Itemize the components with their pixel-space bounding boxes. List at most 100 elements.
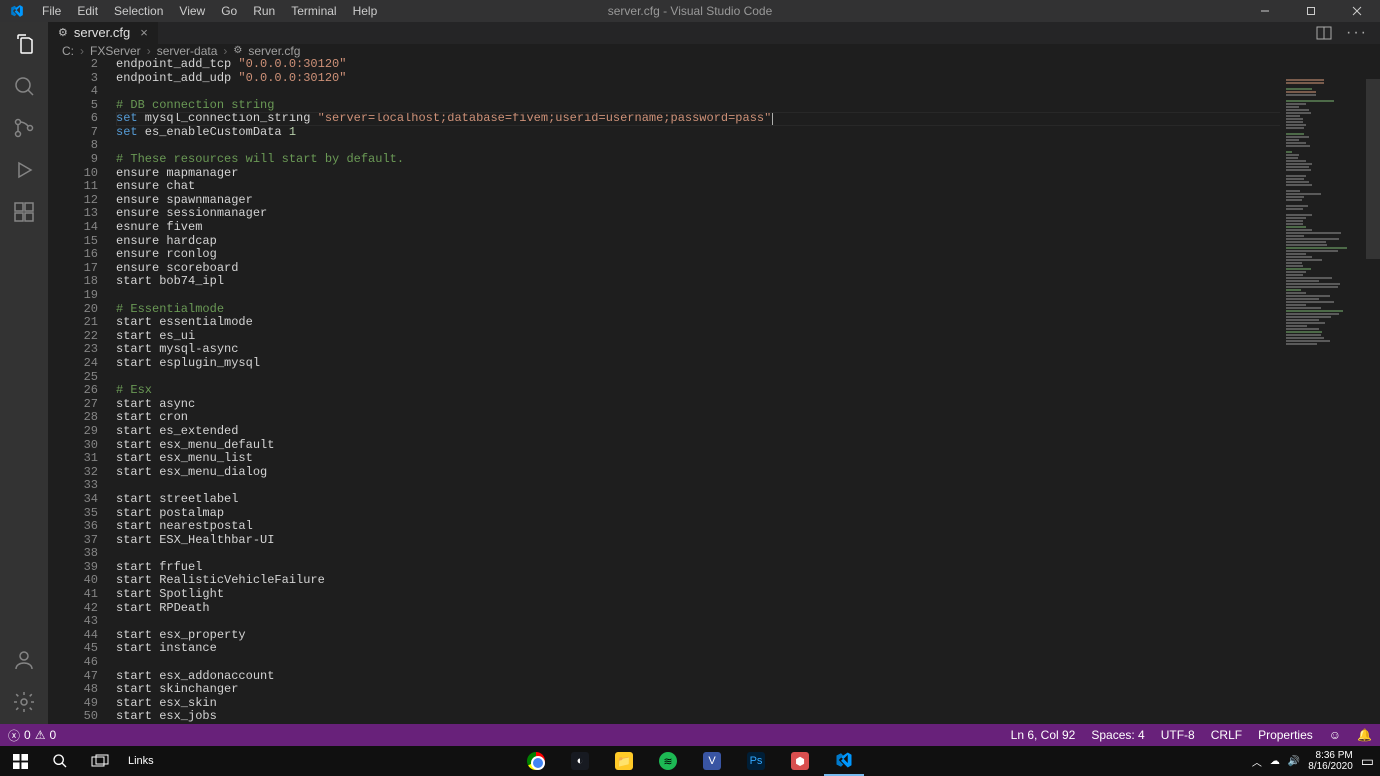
status-lncol[interactable]: Ln 6, Col 92	[1003, 728, 1084, 742]
code-line[interactable]: start frfuel	[116, 561, 1380, 575]
breadcrumb-segment[interactable]: C:	[62, 44, 74, 58]
tab-close-icon[interactable]: ×	[140, 25, 148, 40]
close-button[interactable]	[1334, 0, 1380, 22]
taskbar-links[interactable]: Links	[120, 755, 162, 767]
taskbar-search-icon[interactable]	[40, 746, 80, 776]
code-line[interactable]	[116, 139, 1380, 153]
code-line[interactable]: # Essentialmode	[116, 303, 1380, 317]
code-line[interactable]	[116, 479, 1380, 493]
maximize-button[interactable]	[1288, 0, 1334, 22]
code-line[interactable]: ensure rconlog	[116, 248, 1380, 262]
search-icon[interactable]	[12, 74, 36, 98]
more-actions-icon[interactable]: ···	[1346, 24, 1368, 42]
split-editor-icon[interactable]	[1316, 25, 1332, 41]
code-line[interactable]: # These resources will start by default.	[116, 153, 1380, 167]
code-editor[interactable]: 2345678910111213141516171819202122232425…	[48, 58, 1380, 724]
code-line[interactable]: start bob74_ipl	[116, 275, 1380, 289]
menu-terminal[interactable]: Terminal	[283, 4, 344, 18]
code-line[interactable]: start RealisticVehicleFailure	[116, 574, 1380, 588]
code-line[interactable]: set es_enableCustomData 1	[116, 126, 1380, 140]
taskbar-visio-icon[interactable]: V	[692, 746, 732, 776]
code-line[interactable]: ensure spawnmanager	[116, 194, 1380, 208]
code-line[interactable]: ensure sessionmanager	[116, 207, 1380, 221]
code-line[interactable]: # DB connection string	[116, 99, 1380, 113]
code-line[interactable]: endpoint_add_udp "0.0.0.0:30120"	[116, 72, 1380, 86]
code-line[interactable]: start esx_menu_default	[116, 439, 1380, 453]
explorer-icon[interactable]	[12, 32, 36, 56]
tray-chevron-up-icon[interactable]: ︿	[1252, 754, 1262, 769]
menu-help[interactable]: Help	[345, 4, 386, 18]
breadcrumb-segment[interactable]: FXServer	[90, 44, 141, 58]
tray-notifications-icon[interactable]: ▭	[1361, 753, 1374, 770]
menu-run[interactable]: Run	[245, 4, 283, 18]
tray-onedrive-icon[interactable]: ☁	[1270, 756, 1280, 767]
scroll-thumb[interactable]	[1366, 79, 1380, 259]
taskbar-explorer-icon[interactable]: 📁	[604, 746, 644, 776]
code-line[interactable]: start es_ui	[116, 330, 1380, 344]
code-line[interactable]: esnure fivem	[116, 221, 1380, 235]
code-line[interactable]	[116, 615, 1380, 629]
status-bell-icon[interactable]: 🔔	[1349, 728, 1380, 742]
code-line[interactable]: ensure chat	[116, 180, 1380, 194]
tray-volume-icon[interactable]: 🔊	[1288, 756, 1300, 767]
code-line[interactable]: start instance	[116, 642, 1380, 656]
code-line[interactable]	[116, 656, 1380, 670]
code-line[interactable]: start esx_menu_dialog	[116, 466, 1380, 480]
code-line[interactable]: start esplugin_mysql	[116, 357, 1380, 371]
code-line[interactable]: start postalmap	[116, 507, 1380, 521]
code-line[interactable]: start esx_menu_list	[116, 452, 1380, 466]
code-line[interactable]: start RPDeath	[116, 602, 1380, 616]
code-line[interactable]: start esx_jobs	[116, 710, 1380, 724]
taskbar-app-icon[interactable]: ⬢	[780, 746, 820, 776]
status-encoding[interactable]: UTF-8	[1153, 728, 1203, 742]
extensions-icon[interactable]	[12, 200, 36, 224]
code-line[interactable]: start nearestpostal	[116, 520, 1380, 534]
code-line[interactable]: start es_extended	[116, 425, 1380, 439]
code-line[interactable]: endpoint_add_tcp "0.0.0.0:30120"	[116, 58, 1380, 72]
code-line[interactable]: ensure hardcap	[116, 235, 1380, 249]
taskbar-spotify-icon[interactable]: ≋	[648, 746, 688, 776]
code-line[interactable]: start esx_property	[116, 629, 1380, 643]
code-line[interactable]: start streetlabel	[116, 493, 1380, 507]
taskbar-chrome-icon[interactable]	[516, 746, 556, 776]
status-feedback-icon[interactable]: ☺	[1321, 728, 1349, 742]
code-line[interactable]: start esx_addonaccount	[116, 670, 1380, 684]
code-line[interactable]: start cron	[116, 411, 1380, 425]
status-spaces[interactable]: Spaces: 4	[1083, 728, 1152, 742]
code-line[interactable]: start skinchanger	[116, 683, 1380, 697]
code-line[interactable]	[116, 371, 1380, 385]
code-line[interactable]: start mysql-async	[116, 343, 1380, 357]
vertical-scrollbar[interactable]	[1366, 79, 1380, 724]
menu-view[interactable]: View	[171, 4, 213, 18]
tab-servercfg[interactable]: ⚙ server.cfg ×	[48, 22, 159, 44]
code-line[interactable]	[116, 85, 1380, 99]
task-view-icon[interactable]	[80, 746, 120, 776]
accounts-icon[interactable]	[12, 648, 36, 672]
taskbar-vscode-icon[interactable]	[824, 746, 864, 776]
taskbar-photoshop-icon[interactable]: Ps	[736, 746, 776, 776]
breadcrumbs[interactable]: C:›FXServer›server-data›⚙server.cfg	[48, 44, 1380, 58]
menu-edit[interactable]: Edit	[69, 4, 106, 18]
code-line[interactable]: ensure mapmanager	[116, 167, 1380, 181]
taskbar-steam-icon[interactable]: ◐	[560, 746, 600, 776]
settings-gear-icon[interactable]	[12, 690, 36, 714]
code-line[interactable]: start ESX_Healthbar-UI	[116, 534, 1380, 548]
code-line[interactable]: start essentialmode	[116, 316, 1380, 330]
status-eol[interactable]: CRLF	[1203, 728, 1250, 742]
status-problems[interactable]: ⓧ0 ⚠0	[0, 727, 64, 744]
code-lines[interactable]: endpoint_add_tcp "0.0.0.0:30120"endpoint…	[116, 58, 1380, 724]
breadcrumb-segment[interactable]: server.cfg	[248, 44, 300, 58]
code-line[interactable]: ensure scoreboard	[116, 262, 1380, 276]
menu-file[interactable]: File	[34, 4, 69, 18]
code-line[interactable]: # Esx	[116, 384, 1380, 398]
breadcrumb-segment[interactable]: server-data	[157, 44, 218, 58]
status-language[interactable]: Properties	[1250, 728, 1321, 742]
source-control-icon[interactable]	[12, 116, 36, 140]
code-line[interactable]	[116, 547, 1380, 561]
code-line[interactable]	[116, 289, 1380, 303]
menu-selection[interactable]: Selection	[106, 4, 171, 18]
minimize-button[interactable]	[1242, 0, 1288, 22]
code-line[interactable]: start async	[116, 398, 1380, 412]
code-line[interactable]: start Spotlight	[116, 588, 1380, 602]
tray-clock[interactable]: 8:36 PM 8/16/2020	[1308, 750, 1353, 772]
